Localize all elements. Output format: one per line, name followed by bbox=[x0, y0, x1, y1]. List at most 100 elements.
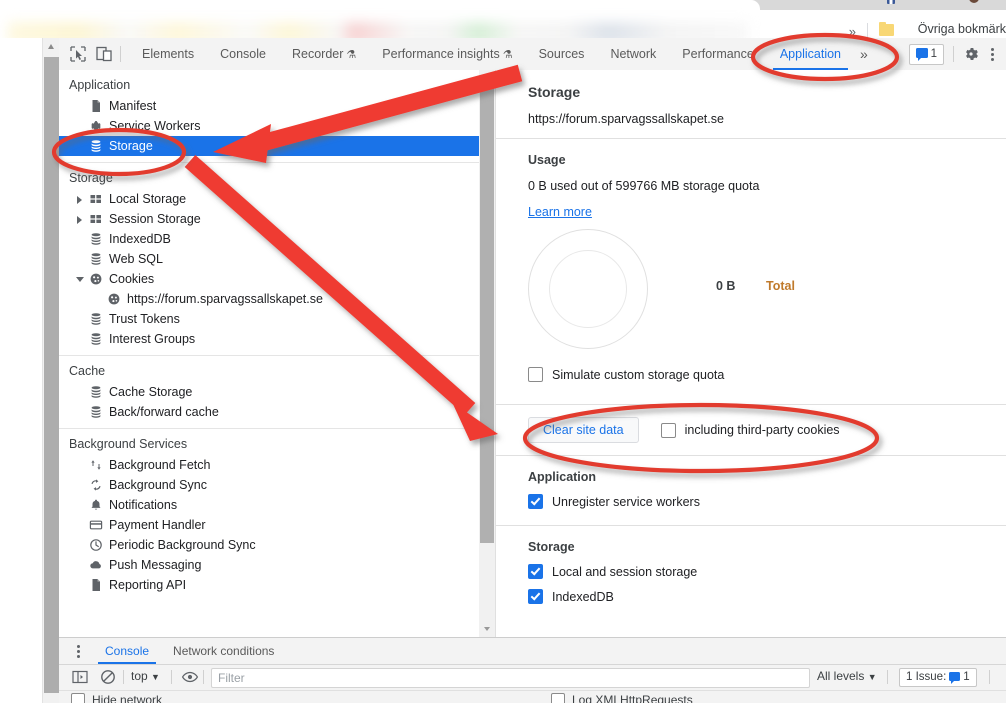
sidebar-item-label: Periodic Background Sync bbox=[109, 538, 256, 552]
sidebar-item-local-storage[interactable]: Local Storage bbox=[59, 189, 479, 209]
devtools-window: Elements Console Recorder ⚗ Performance insi… bbox=[59, 38, 1006, 703]
issues-badge[interactable]: 1 bbox=[908, 44, 944, 65]
bookmarks-overflow-icon[interactable]: » bbox=[849, 24, 856, 39]
hide-network-checkbox[interactable] bbox=[71, 693, 85, 703]
sidebar-item-cache-storage[interactable]: Cache Storage bbox=[59, 382, 479, 402]
sidebar-scrollbar-thumb[interactable] bbox=[480, 87, 494, 543]
local-session-storage-checkbox[interactable] bbox=[528, 564, 543, 579]
local-session-storage-label: Local and session storage bbox=[552, 564, 698, 579]
sidebar-item-interest-groups[interactable]: Interest Groups bbox=[59, 329, 479, 349]
sidebar-item-push-messaging[interactable]: Push Messaging bbox=[59, 555, 479, 575]
third-party-cookies-label: including third-party cookies bbox=[684, 423, 840, 437]
third-party-cookies-row[interactable]: including third-party cookies bbox=[660, 422, 840, 438]
sidebar-vertical-scrollbar[interactable] bbox=[479, 70, 495, 637]
page-vertical-scrollbar[interactable] bbox=[42, 38, 60, 703]
sidebar-item-notifications[interactable]: Notifications bbox=[59, 495, 479, 515]
extension-icon[interactable] bbox=[884, 0, 898, 6]
sidebar-item-indexeddb[interactable]: IndexedDB bbox=[59, 229, 479, 249]
other-bookmarks-label[interactable]: Övriga bokmärk bbox=[918, 22, 1006, 36]
sidebar-item-back-forward-cache[interactable]: Back/forward cache bbox=[59, 402, 479, 422]
devtools-drawer: Console Network conditions top ▼ Filter … bbox=[59, 637, 1006, 703]
kebab-menu-icon[interactable] bbox=[984, 45, 1000, 63]
issue-message-icon bbox=[949, 672, 961, 684]
bookmarks-separator bbox=[867, 23, 868, 37]
tabs-overflow-icon[interactable]: » bbox=[854, 38, 874, 70]
local-session-storage-row[interactable]: Local and session storage bbox=[496, 554, 1006, 579]
tab-performance-insights[interactable]: Performance insights ⚗ bbox=[369, 38, 525, 70]
tab-label: Recorder bbox=[291, 47, 344, 61]
drawer-tab-console[interactable]: Console bbox=[93, 638, 161, 664]
page-title: Storage bbox=[528, 84, 581, 100]
sidebar-scroll-down-arrow-icon[interactable] bbox=[479, 621, 495, 637]
scrollbar-thumb[interactable] bbox=[44, 57, 59, 693]
tab-sources[interactable]: Sources bbox=[526, 38, 598, 70]
sidebar-item-background-sync[interactable]: Background Sync bbox=[59, 475, 479, 495]
tab-application[interactable]: Application bbox=[767, 38, 854, 70]
tab-elements[interactable]: Elements bbox=[129, 38, 207, 70]
drawer-tab-network-conditions[interactable]: Network conditions bbox=[161, 638, 286, 664]
sidebar-item-service-workers[interactable]: Service Workers bbox=[59, 116, 479, 136]
sidebar-item-label: Session Storage bbox=[109, 212, 201, 226]
sidebar-item-payment-handler[interactable]: Payment Handler bbox=[59, 515, 479, 535]
third-party-cookies-checkbox[interactable] bbox=[660, 422, 676, 438]
console-filter-input[interactable]: Filter bbox=[211, 668, 810, 688]
tab-network[interactable]: Network bbox=[597, 38, 669, 70]
tab-label: Network bbox=[610, 47, 657, 61]
donut-ring bbox=[528, 229, 648, 349]
learn-more-link[interactable]: Learn more bbox=[496, 193, 592, 219]
console-sidebar-icon[interactable] bbox=[71, 668, 89, 686]
sidebar-item-label: Service Workers bbox=[109, 119, 201, 133]
scroll-up-arrow-icon[interactable] bbox=[43, 38, 60, 55]
profile-avatar-icon[interactable] bbox=[966, 0, 982, 6]
database-icon bbox=[89, 405, 103, 419]
indexeddb-checkbox[interactable] bbox=[528, 589, 543, 604]
log-xhr-row[interactable]: Log XMLHttpRequests bbox=[551, 693, 693, 703]
log-xhr-checkbox[interactable] bbox=[551, 693, 565, 703]
tab-recorder[interactable]: Recorder ⚗ bbox=[279, 38, 369, 70]
usage-heading: Usage bbox=[528, 153, 566, 167]
clear-site-data-button[interactable]: Clear site data bbox=[528, 417, 639, 443]
sidebar-item-session-storage[interactable]: Session Storage bbox=[59, 209, 479, 229]
unregister-service-workers-row[interactable]: Unregister service workers bbox=[496, 484, 1006, 509]
hide-network-label: Hide network bbox=[92, 693, 163, 703]
chevron-down-icon[interactable] bbox=[76, 277, 84, 286]
clear-console-icon[interactable] bbox=[99, 668, 117, 686]
drawer-issues-badge[interactable]: 1 Issue: 1 bbox=[899, 668, 977, 687]
indexeddb-row[interactable]: IndexedDB bbox=[496, 579, 1006, 604]
unregister-service-workers-checkbox[interactable] bbox=[528, 494, 543, 509]
sidebar-scroll-up-arrow-icon[interactable] bbox=[479, 70, 495, 86]
live-expression-eye-icon[interactable] bbox=[181, 668, 199, 686]
database-icon bbox=[89, 252, 103, 266]
console-context-selector[interactable]: top ▼ bbox=[131, 669, 160, 683]
devtools-tab-list: Elements Console Recorder ⚗ Performance insi… bbox=[129, 38, 868, 70]
clock-icon bbox=[89, 538, 103, 552]
sidebar-item-https-forum-sparvagssallskapet-se[interactable]: https://forum.sparvagssallskapet.se bbox=[59, 289, 479, 309]
tab-performance[interactable]: Performance bbox=[669, 38, 767, 70]
gear-icon[interactable] bbox=[962, 45, 980, 63]
drawer-kebab-menu-icon[interactable] bbox=[71, 643, 85, 659]
sidebar-item-manifest[interactable]: Manifest bbox=[59, 96, 479, 116]
inspect-element-icon[interactable] bbox=[67, 44, 89, 64]
sidebar-item-storage[interactable]: Storage bbox=[59, 136, 479, 156]
hide-network-row[interactable]: Hide network bbox=[71, 693, 162, 703]
tab-label: Elements bbox=[142, 47, 195, 61]
sidebar-item-periodic-background-sync[interactable]: Periodic Background Sync bbox=[59, 535, 479, 555]
chevron-right-icon[interactable] bbox=[77, 196, 82, 204]
simulate-quota-checkbox[interactable] bbox=[528, 367, 543, 382]
browser-tab[interactable] bbox=[0, 0, 760, 10]
devtools-main-toolbar: Elements Console Recorder ⚗ Performance insi… bbox=[59, 38, 1006, 71]
sidebar-item-web-sql[interactable]: Web SQL bbox=[59, 249, 479, 269]
device-toolbar-icon[interactable] bbox=[93, 44, 115, 64]
sidebar-item-label: Manifest bbox=[109, 99, 157, 113]
cloud-icon bbox=[89, 558, 103, 572]
sidebar-item-background-fetch[interactable]: Background Fetch bbox=[59, 455, 479, 475]
simulate-quota-row[interactable]: Simulate custom storage quota bbox=[496, 357, 1006, 382]
console-levels-value: All levels bbox=[817, 669, 865, 683]
tab-console[interactable]: Console bbox=[207, 38, 279, 70]
sidebar-item-reporting-api[interactable]: Reporting API bbox=[59, 575, 479, 595]
console-levels-selector[interactable]: All levels ▼ bbox=[817, 669, 877, 683]
sidebar-item-cookies[interactable]: Cookies bbox=[59, 269, 479, 289]
chevron-right-icon[interactable] bbox=[77, 216, 82, 224]
sidebar-item-trust-tokens[interactable]: Trust Tokens bbox=[59, 309, 479, 329]
sidebar-item-label: Back/forward cache bbox=[109, 405, 219, 419]
